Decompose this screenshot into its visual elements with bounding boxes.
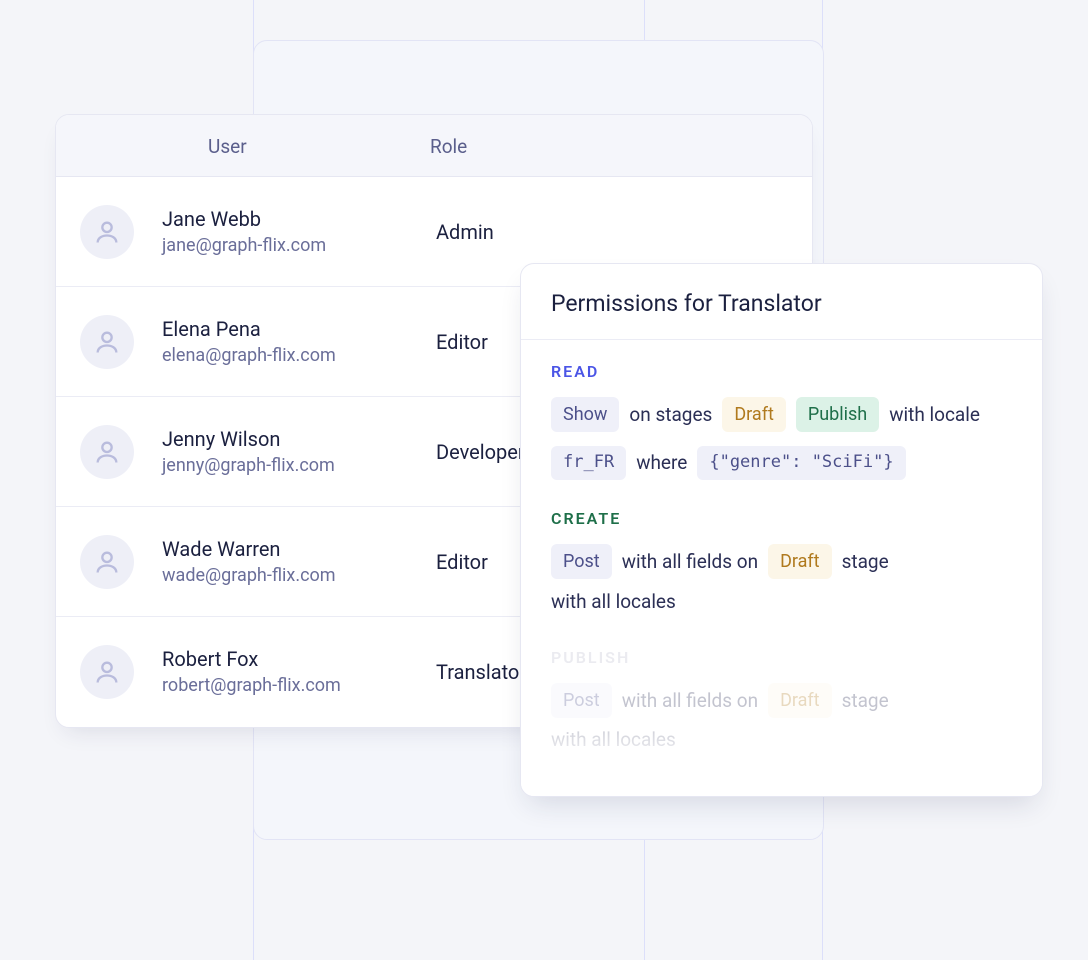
permission-section-read: READ Show on stages Draft Publish with l… xyxy=(551,362,1012,483)
chip-model[interactable]: Show xyxy=(551,397,619,432)
user-email: wade@graph-flix.com xyxy=(162,563,422,588)
chip-model: Post xyxy=(551,683,612,718)
permission-section-publish: PUBLISH Post with all fields on Draft st… xyxy=(551,648,1012,761)
user-role: Admin xyxy=(422,220,494,244)
permission-label-read: READ xyxy=(551,362,1012,381)
avatar xyxy=(80,315,134,369)
perm-text: stage xyxy=(842,681,889,721)
column-header-user: User xyxy=(56,135,416,158)
perm-text: with all locales xyxy=(551,720,676,760)
permission-label-publish: PUBLISH xyxy=(551,648,1012,667)
chip-stage-draft[interactable]: Draft xyxy=(722,397,786,432)
perm-text: where xyxy=(636,443,687,483)
chip-locale[interactable]: fr_FR xyxy=(551,446,626,480)
perm-text: stage xyxy=(842,542,889,582)
perm-text: with all fields on xyxy=(622,542,758,582)
chip-stage-draft: Draft xyxy=(768,683,832,718)
chip-condition[interactable]: {"genre": "SciFi"} xyxy=(697,446,905,480)
user-name: Elena Pena xyxy=(162,315,422,343)
chip-stage-publish[interactable]: Publish xyxy=(796,397,879,432)
permissions-title: Permissions for Translator xyxy=(521,264,1042,340)
permission-section-create: CREATE Post with all fields on Draft sta… xyxy=(551,509,1012,622)
permission-label-create: CREATE xyxy=(551,509,1012,528)
perm-text: on stages xyxy=(629,395,712,435)
user-icon xyxy=(93,328,121,356)
avatar xyxy=(80,205,134,259)
column-header-role: Role xyxy=(416,135,812,158)
user-name: Jenny Wilson xyxy=(162,425,422,453)
user-name: Robert Fox xyxy=(162,645,422,673)
user-email: jane@graph-flix.com xyxy=(162,233,422,258)
chip-stage-draft[interactable]: Draft xyxy=(768,544,832,579)
permissions-panel: Permissions for Translator READ Show on … xyxy=(520,263,1043,797)
user-icon xyxy=(93,548,121,576)
chip-model[interactable]: Post xyxy=(551,544,612,579)
perm-text: with all locales xyxy=(551,582,676,622)
user-icon xyxy=(93,658,121,686)
avatar xyxy=(80,425,134,479)
user-role: Editor xyxy=(422,330,488,354)
user-name: Wade Warren xyxy=(162,535,422,563)
user-email: robert@graph-flix.com xyxy=(162,673,422,698)
users-table-header: User Role xyxy=(56,115,812,177)
user-email: elena@graph-flix.com xyxy=(162,343,422,368)
avatar xyxy=(80,645,134,699)
user-icon xyxy=(93,438,121,466)
user-role: Editor xyxy=(422,550,488,574)
avatar xyxy=(80,535,134,589)
perm-text: with all fields on xyxy=(622,681,758,721)
user-icon xyxy=(93,218,121,246)
user-role: Translator xyxy=(422,660,526,684)
user-name: Jane Webb xyxy=(162,205,422,233)
user-email: jenny@graph-flix.com xyxy=(162,453,422,478)
user-role: Developer xyxy=(422,440,525,464)
perm-text: with locale xyxy=(889,395,980,435)
